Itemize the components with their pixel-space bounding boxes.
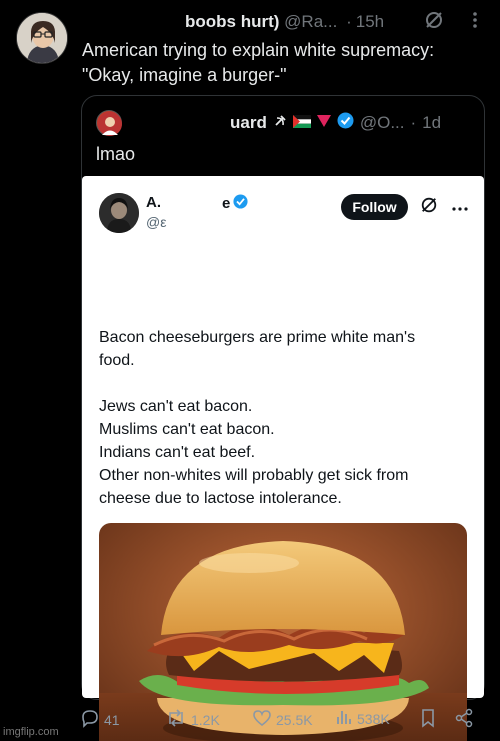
triangle-icon [316, 113, 331, 133]
like-button[interactable]: 25.5K [252, 708, 313, 731]
embedded-handle: @ε [146, 214, 167, 230]
verified-icon [233, 194, 248, 213]
repost-count: 1.2K [191, 711, 220, 728]
outer-header-icons [424, 10, 478, 35]
embedded-line: cheese due to lactose intolerance. [99, 490, 342, 507]
hammer-sickle-icon [273, 113, 287, 133]
grok-icon[interactable] [424, 10, 444, 35]
embedded-name-fragment: e [222, 195, 231, 212]
quoted-timestamp[interactable]: 1d [422, 113, 441, 133]
separator-dot: · [410, 113, 417, 132]
embedded-display-name: A. [146, 194, 161, 211]
outer-tweet-header: boobs hurt) @Ra... · 15h [185, 12, 384, 32]
embedded-line: Other non-whites will probably get sick … [99, 467, 409, 484]
embedded-line: food. [99, 352, 135, 369]
outer-timestamp[interactable]: 15h [356, 12, 384, 31]
views-count: 538K [357, 710, 390, 727]
embedded-post-screenshot: A. e @ε Follow Bacon cheeseburgers are p… [82, 176, 484, 741]
embedded-line: Indians can't eat beef. [99, 444, 256, 461]
quoted-display-name[interactable]: uard [230, 113, 267, 133]
embedded-name-suffix: e [222, 194, 248, 213]
grok-icon [420, 196, 438, 219]
bookmark-icon [420, 708, 436, 731]
embedded-line: Muslims can't eat bacon. [99, 421, 275, 438]
reply-icon [80, 708, 100, 731]
quoted-avatar[interactable] [96, 110, 122, 136]
outer-tweet-line-1: American trying to explain white suprema… [82, 40, 435, 60]
embedded-header-icons [420, 196, 468, 219]
share-button[interactable] [454, 708, 474, 731]
outer-avatar[interactable] [16, 12, 68, 64]
like-count: 25.5K [276, 711, 313, 728]
share-icon [454, 708, 474, 731]
embedded-avatar [99, 193, 139, 233]
repost-icon [165, 708, 187, 731]
outer-tweet-text: American trying to explain white suprema… [82, 38, 492, 88]
quoted-tweet-header: uard @O... · 1d [230, 112, 441, 134]
reply-count: 41 [104, 711, 120, 728]
more-icon[interactable] [472, 11, 478, 34]
follow-button: Follow [341, 194, 408, 220]
quoted-tweet-text: lmao [96, 144, 136, 164]
embedded-line: Jews can't eat bacon. [99, 398, 253, 415]
verified-icon [337, 112, 354, 134]
outer-handle[interactable]: @Ra... [284, 12, 337, 31]
like-icon [252, 708, 272, 731]
flag-icon [292, 113, 311, 133]
tweet-action-bar: 41 1.2K 25.5K 538K [80, 708, 490, 732]
imgflip-watermark: imgflip.com [3, 726, 59, 738]
embedded-line: Bacon cheeseburgers are prime white man'… [99, 329, 416, 346]
outer-tweet-line-2: "Okay, imagine a burger-" [82, 65, 287, 85]
outer-display-name[interactable]: boobs hurt) [185, 12, 279, 31]
more-icon [452, 199, 468, 217]
repost-button[interactable]: 1.2K [165, 708, 220, 731]
reply-button[interactable]: 41 [80, 708, 120, 731]
embedded-post-text: Bacon cheeseburgers are prime white man'… [99, 326, 469, 510]
quoted-handle[interactable]: @O... [360, 113, 405, 133]
bookmark-button[interactable] [420, 708, 436, 731]
views-icon [335, 708, 353, 729]
views-button[interactable]: 538K [335, 708, 390, 729]
quoted-tweet-card[interactable]: uard @O... · 1d lmao A. e @ε Follow Baco… [81, 95, 485, 741]
separator-dot: · [346, 12, 352, 31]
